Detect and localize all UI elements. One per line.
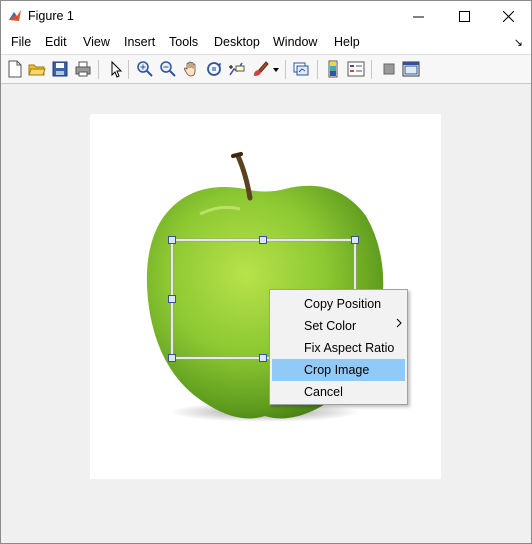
chevron-right-icon	[396, 318, 402, 328]
roi-handle[interactable]	[168, 354, 176, 362]
insert-legend-icon[interactable]	[347, 60, 365, 78]
print-icon[interactable]	[74, 60, 92, 78]
toolbar-separator	[98, 60, 99, 79]
dock-figure-icon[interactable]: ↘	[514, 36, 523, 49]
rotate-3d-icon[interactable]	[205, 60, 223, 78]
open-file-icon[interactable]	[28, 60, 46, 78]
chevron-down-icon[interactable]	[272, 67, 280, 73]
menu-window[interactable]: Window	[273, 35, 317, 49]
roi-handle[interactable]	[259, 354, 267, 362]
show-plot-tools-icon[interactable]	[402, 60, 420, 78]
minimize-icon	[412, 16, 424, 17]
toolbar-separator	[128, 60, 129, 79]
minimize-button[interactable]	[395, 1, 441, 31]
menu-bar: File Edit View Insert Tools Desktop Wind…	[1, 31, 531, 54]
save-icon[interactable]	[51, 60, 69, 78]
close-icon	[502, 10, 514, 22]
matlab-logo-icon	[9, 10, 21, 21]
window-title: Figure 1	[28, 9, 74, 23]
hide-plot-tools-icon[interactable]	[380, 60, 398, 78]
menu-file[interactable]: File	[11, 35, 31, 49]
figure-toolbar	[1, 54, 531, 84]
menu-insert[interactable]: Insert	[124, 35, 155, 49]
data-cursor-icon[interactable]	[228, 60, 246, 78]
new-figure-icon[interactable]	[6, 60, 24, 78]
menu-item-set-color[interactable]: Set Color	[272, 315, 405, 337]
title-bar[interactable]: Figure 1	[1, 1, 531, 31]
roi-handle[interactable]	[259, 236, 267, 244]
context-menu: Copy Position Set Color Fix Aspect Ratio…	[269, 289, 408, 405]
brush-icon[interactable]	[251, 60, 269, 78]
zoom-in-icon[interactable]	[136, 60, 154, 78]
menu-item-cancel[interactable]: Cancel	[272, 381, 405, 403]
menu-help[interactable]: Help	[334, 35, 360, 49]
menu-tools[interactable]: Tools	[169, 35, 198, 49]
roi-handle[interactable]	[168, 236, 176, 244]
menu-item-crop-image[interactable]: Crop Image	[272, 359, 405, 381]
close-button[interactable]	[485, 1, 531, 31]
insert-colorbar-icon[interactable]	[324, 60, 342, 78]
menu-edit[interactable]: Edit	[45, 35, 67, 49]
zoom-out-icon[interactable]	[159, 60, 177, 78]
roi-handle[interactable]	[168, 295, 176, 303]
pan-hand-icon[interactable]	[182, 60, 200, 78]
link-plot-icon[interactable]	[292, 60, 310, 78]
figure-window: Figure 1 File Edit View Insert Tools Des…	[0, 0, 532, 544]
maximize-icon	[458, 10, 470, 22]
edit-plot-arrow-icon[interactable]	[107, 60, 125, 78]
menu-desktop[interactable]: Desktop	[214, 35, 260, 49]
roi-handle[interactable]	[351, 236, 359, 244]
toolbar-separator	[317, 60, 318, 79]
menu-view[interactable]: View	[83, 35, 110, 49]
maximize-button[interactable]	[441, 1, 487, 31]
menu-item-fix-aspect-ratio[interactable]: Fix Aspect Ratio	[272, 337, 405, 359]
toolbar-separator	[285, 60, 286, 79]
menu-item-copy-position[interactable]: Copy Position	[272, 293, 405, 315]
toolbar-separator	[371, 60, 372, 79]
